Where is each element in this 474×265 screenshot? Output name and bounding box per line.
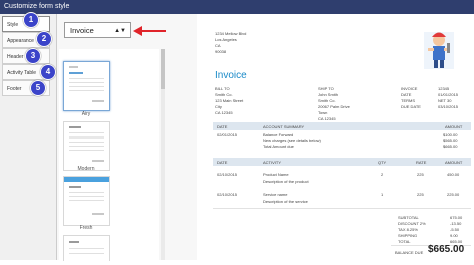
totals-label: DISCOUNT 2% <box>398 221 426 226</box>
summary-header-date: DATE <box>217 124 228 129</box>
ship-to-line: John Smith <box>318 92 339 97</box>
activity-row-date: 02/10/2015 <box>217 172 238 177</box>
nav-item-label: Activity Table <box>7 70 37 76</box>
bill-to-line: Smith Co. <box>215 92 233 97</box>
nav-item-label: Appearance <box>7 38 34 44</box>
activity-header-rate: RATE <box>416 160 427 165</box>
summary-row-amount: $100.00 <box>443 132 458 137</box>
balance-due-label: BALANCE DUE <box>395 250 424 255</box>
ship-to-line: CA 12345 <box>318 116 336 121</box>
summary-row-desc: New charges (see details below) <box>263 138 321 143</box>
preset-scrollbar-thumb[interactable] <box>161 49 165 89</box>
meta-value: NET 30 <box>438 98 452 103</box>
totals-label: SUBTOTAL <box>398 215 419 220</box>
company-address-line: Los Angeles <box>215 37 237 42</box>
activity-header-amount: AMOUNT <box>445 160 463 165</box>
step-badge-1: 1 <box>23 12 39 28</box>
ship-to-label: SHIP TO <box>318 86 334 91</box>
activity-row-qty: 1 <box>381 192 384 197</box>
totals-label: TOTAL <box>398 239 411 244</box>
activity-row-rate: 225 <box>417 192 424 197</box>
ship-to-line: 20067 Palm Drive <box>318 104 350 109</box>
activity-row-desc: Description of the service <box>263 199 308 204</box>
activity-row-date: 02/10/2015 <box>217 192 238 197</box>
invoice-title: Invoice <box>215 70 247 81</box>
activity-table-header <box>213 158 471 166</box>
meta-label: TERMS <box>401 98 415 103</box>
bill-to-label: BILL TO <box>215 86 230 91</box>
form-type-value: Invoice <box>70 26 94 35</box>
preset-label: Fresh <box>79 225 93 231</box>
preset-label: Airy <box>81 111 91 117</box>
invoice-preview-icon <box>69 126 104 162</box>
arrow-left-icon <box>133 26 166 36</box>
preset-label: Modern <box>77 166 95 172</box>
totals-label: TAX 8.25% <box>398 227 418 232</box>
totals-label: SHIPPING <box>398 233 418 238</box>
activity-row-amount: 450.00 <box>447 172 460 177</box>
totals-value: 9.00 <box>450 233 458 238</box>
preset-thumb-airy[interactable] <box>63 61 110 111</box>
preset-gallery: Airy Modern Fresh <box>59 49 159 261</box>
activity-row-desc: Description of the product <box>263 179 309 184</box>
summary-row-amount: $665.00 <box>443 144 458 149</box>
invoice-preview: 1234 Mellow Blvd Los Angeles CA 90038 In… <box>203 14 474 260</box>
balance-due-value: $665.00 <box>428 244 465 255</box>
activity-row-qty: 2 <box>381 172 384 177</box>
invoice-preview-icon <box>64 177 109 215</box>
ship-to-line: Smith Co. <box>318 98 336 103</box>
meta-label: DATE <box>401 92 412 97</box>
summary-row-date: 02/01/2015 <box>217 132 238 137</box>
meta-value: 12345 <box>438 86 450 91</box>
activity-header-activity: ACTIVITY <box>263 160 282 165</box>
activity-row-name: Product Name <box>263 172 289 177</box>
summary-row-desc: Balance Forward <box>263 132 294 137</box>
preset-thumb-next[interactable] <box>63 235 110 261</box>
summary-header-amount: AMOUNT <box>445 124 463 129</box>
step-badge-4: 4 <box>40 64 56 80</box>
handyman-logo-icon <box>424 32 454 69</box>
totals-value: -13.50 <box>450 221 462 226</box>
table-divider <box>213 208 471 209</box>
preset-thumb-modern[interactable] <box>63 121 110 171</box>
nav-item-label: Footer <box>7 86 22 92</box>
meta-label: DUE DATE <box>401 104 421 109</box>
activity-header-date: DATE <box>217 160 228 165</box>
step-badge-5: 5 <box>30 80 46 96</box>
window-title: Customize form style <box>4 3 70 10</box>
nav-item-label: Style <box>7 22 19 28</box>
activity-row-rate: 225 <box>417 172 424 177</box>
invoice-preview-icon <box>69 241 104 254</box>
company-address-line: 90038 <box>215 49 227 54</box>
bill-to-line: CA 12345 <box>215 110 233 115</box>
meta-value: 03/10/2015 <box>438 104 459 109</box>
style-preset-panel: Invoice ▲▼ Airy Modern Fresh <box>57 14 197 261</box>
bill-to-line: 123 Main Street <box>215 98 244 103</box>
totals-value: 675.00 <box>450 215 463 220</box>
bill-to-line: City <box>215 104 222 109</box>
summary-row-desc: Total Amount due <box>263 144 294 149</box>
form-type-select[interactable]: Invoice ▲▼ <box>64 22 131 38</box>
meta-label: INVOICE <box>401 86 418 91</box>
summary-row-amount: $565.00 <box>443 138 458 143</box>
invoice-preview-icon <box>69 66 104 102</box>
activity-row-amount: 225.00 <box>447 192 460 197</box>
meta-value: 01/01/2015 <box>438 92 459 97</box>
select-arrows-icon: ▲▼ <box>114 28 126 34</box>
preset-thumb-fresh[interactable] <box>63 176 110 226</box>
totals-value: -5.50 <box>450 227 460 232</box>
summary-table-header <box>213 122 471 130</box>
activity-header-qty: QTY <box>378 160 387 165</box>
step-badge-3: 3 <box>25 48 41 64</box>
company-address-line: 1234 Mellow Blvd <box>215 31 247 36</box>
ship-to-line: Town <box>318 110 328 115</box>
summary-header-account: ACCOUNT SUMMARY <box>263 124 305 129</box>
step-badge-2: 2 <box>36 31 52 47</box>
nav-item-label: Header <box>7 54 24 60</box>
window-titlebar: Customize form style <box>0 0 474 14</box>
activity-row-name: Service name <box>263 192 288 197</box>
company-address-line: CA <box>215 43 221 48</box>
